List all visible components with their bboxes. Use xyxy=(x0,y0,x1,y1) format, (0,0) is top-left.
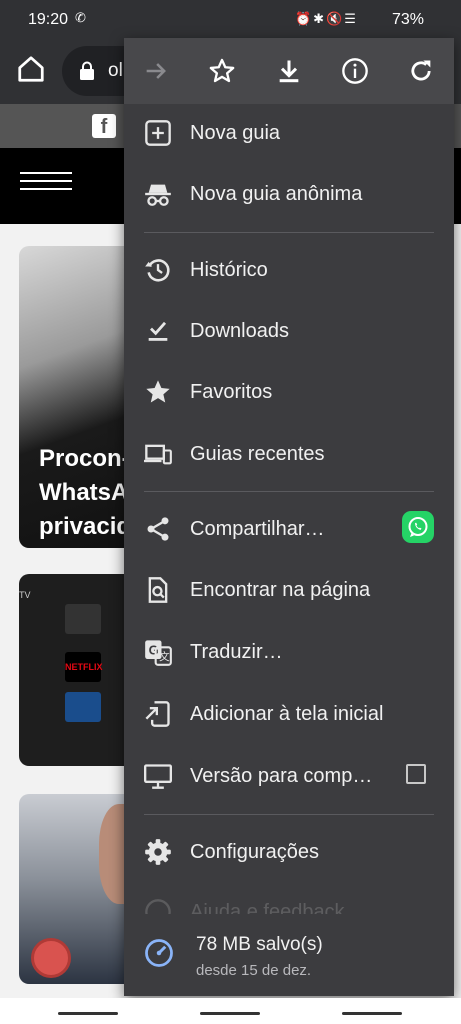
menu-item-label: Configurações xyxy=(190,841,319,863)
menu-item-desktop-site[interactable]: Versão para comp… xyxy=(124,748,454,804)
menu-item-label: Versão para comp… xyxy=(190,765,373,787)
home-icon[interactable] xyxy=(16,54,46,84)
downloads-check-icon xyxy=(148,321,168,341)
menu-item-label: Downloads xyxy=(190,320,289,342)
menu-divider xyxy=(144,814,434,815)
incognito-icon xyxy=(145,184,171,206)
menu-item-recent-tabs[interactable]: Guias recentes xyxy=(124,426,454,482)
menu-item-label: Nova guia xyxy=(190,122,281,144)
data-saver-footer[interactable]: 78 MB salvo(s) desde 15 de dez. xyxy=(124,914,454,996)
url-text: ol xyxy=(108,60,123,81)
menu-item-share[interactable]: Compartilhar… xyxy=(124,501,454,557)
app-tile xyxy=(65,692,101,722)
hamburger-menu-icon[interactable] xyxy=(20,172,72,202)
battery-level: 73% xyxy=(392,11,425,28)
add-tab-icon xyxy=(145,120,171,146)
menu-item-label: Encontrar na página xyxy=(190,579,371,601)
svg-text:文: 文 xyxy=(159,650,170,663)
desktop-site-checkbox[interactable] xyxy=(406,764,426,784)
menu-divider xyxy=(144,491,434,492)
menu-item-label: Adicionar à tela inicial xyxy=(190,703,384,725)
translate-icon: G文 xyxy=(145,640,172,666)
settings-icon xyxy=(145,839,171,865)
menu-item-incognito-tab[interactable]: Nova guia anônima xyxy=(124,166,454,222)
devices-icon xyxy=(144,444,172,465)
menu-item-downloads[interactable]: Downloads xyxy=(124,303,454,359)
add-to-home-icon xyxy=(145,701,170,727)
status-time: 19:20 xyxy=(28,11,69,28)
menu-item-label: Nova guia anônima xyxy=(190,183,363,205)
menu-divider xyxy=(144,232,434,233)
notification-bell-icon[interactable] xyxy=(31,938,71,978)
forward-arrow-icon[interactable] xyxy=(142,57,170,85)
download-icon[interactable] xyxy=(275,57,303,85)
menu-item-add-to-home[interactable]: Adicionar à tela inicial xyxy=(124,686,454,742)
history-icon xyxy=(145,259,170,282)
lock-icon xyxy=(80,61,94,80)
menu-item-label: Histórico xyxy=(190,259,268,281)
menu-item-find-in-page[interactable]: Encontrar na página xyxy=(124,562,454,618)
status-bar: 19:20 ✆ ⏰✱🔇☰ 73% xyxy=(0,0,461,38)
menu-item-history[interactable]: Histórico xyxy=(124,242,454,298)
menu-action-row xyxy=(124,38,454,104)
share-icon xyxy=(147,517,169,541)
menu-item-label: Traduzir… xyxy=(190,641,283,663)
system-icons: ⏰✱🔇☰ xyxy=(295,11,358,26)
svg-text:G: G xyxy=(149,642,159,657)
navigation-bar xyxy=(0,998,461,1024)
star-filled-icon xyxy=(146,380,170,403)
refresh-icon[interactable] xyxy=(407,57,435,85)
netflix-tile: NETFLIX xyxy=(65,652,103,682)
tv-label: TV xyxy=(19,590,31,600)
facebook-icon[interactable]: f xyxy=(92,114,116,138)
menu-item-settings[interactable]: Configurações xyxy=(124,824,454,880)
app-tile xyxy=(65,604,101,634)
data-saved-since: desde 15 de dez. xyxy=(196,962,312,979)
overflow-menu: Nova guia Nova guia anônima Histórico Do… xyxy=(124,38,454,996)
menu-item-new-tab[interactable]: Nova guia xyxy=(124,105,454,161)
menu-item-translate[interactable]: G文 Traduzir… xyxy=(124,624,454,680)
find-in-page-icon xyxy=(148,577,168,603)
nav-recents-button[interactable] xyxy=(58,1012,118,1015)
menu-item-label: Favoritos xyxy=(190,381,273,403)
nav-back-button[interactable] xyxy=(342,1012,402,1015)
desktop-icon xyxy=(144,764,172,789)
page-info-icon[interactable] xyxy=(341,57,369,85)
whatsapp-notification-icon: ✆ xyxy=(75,10,86,25)
bookmark-star-icon[interactable] xyxy=(208,57,236,85)
whatsapp-share-icon[interactable] xyxy=(402,511,434,543)
menu-item-bookmarks[interactable]: Favoritos xyxy=(124,364,454,420)
nav-home-button[interactable] xyxy=(200,1012,260,1015)
data-saved-amount: 78 MB salvo(s) xyxy=(196,934,323,955)
speedometer-icon xyxy=(145,939,173,967)
menu-item-label: Guias recentes xyxy=(190,443,325,465)
menu-item-label: Compartilhar… xyxy=(190,518,325,540)
